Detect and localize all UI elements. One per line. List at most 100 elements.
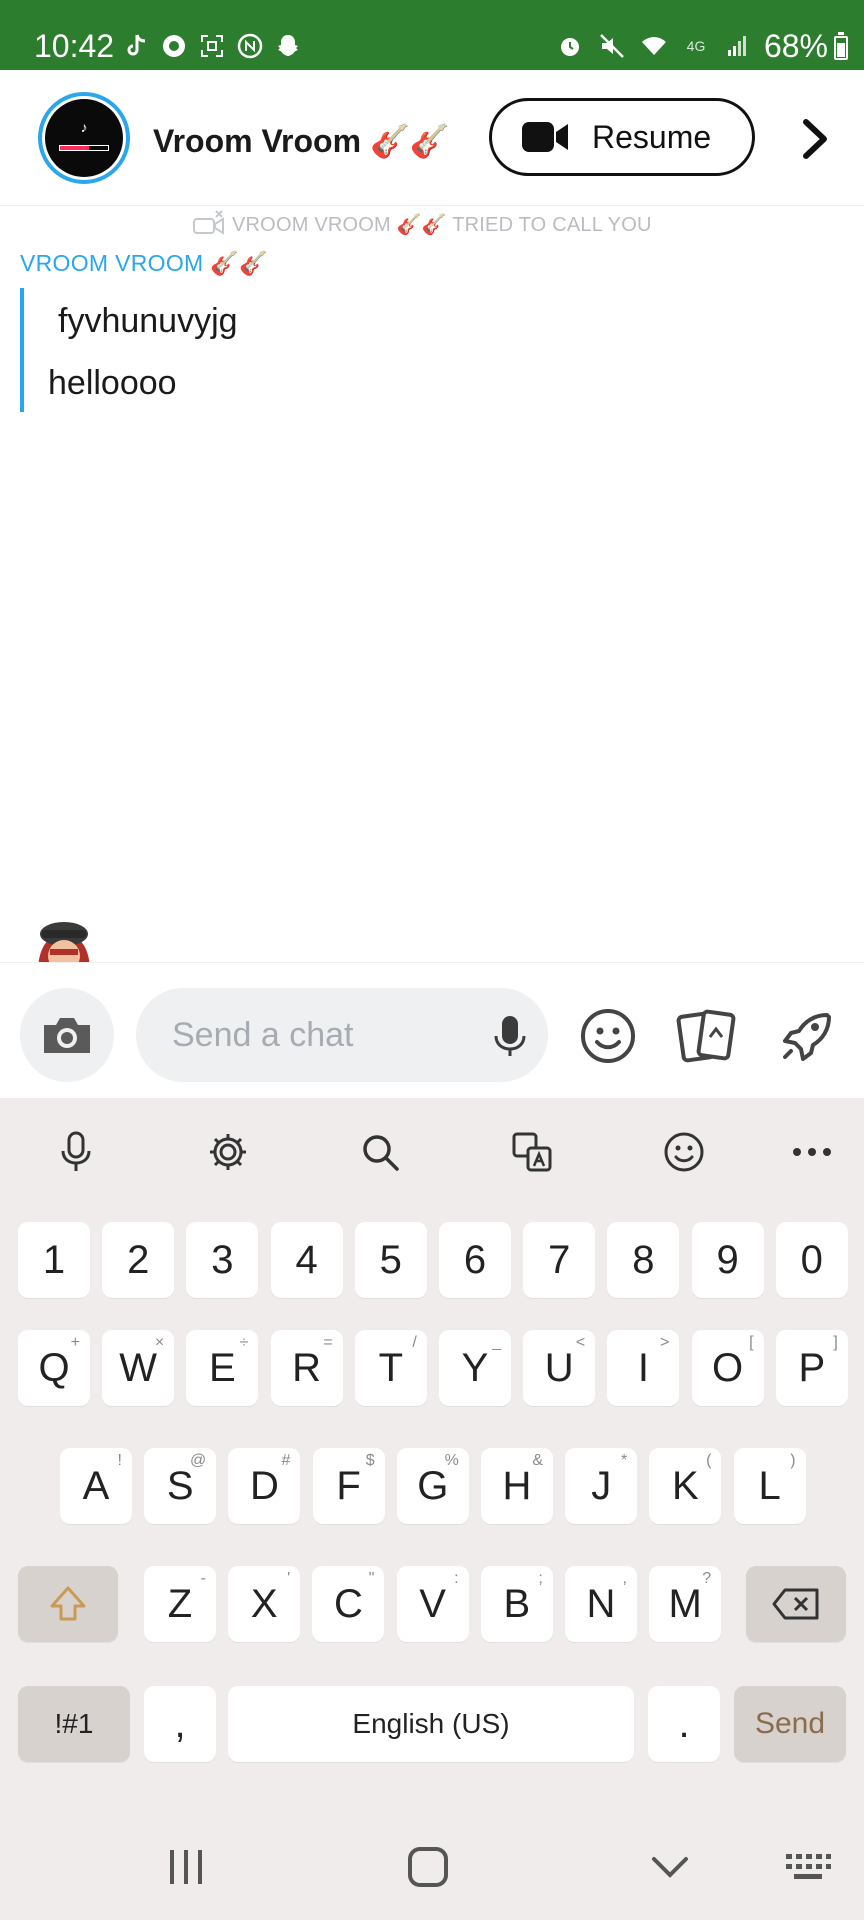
cards-icon	[676, 1009, 736, 1063]
smiley-icon	[581, 1009, 635, 1063]
translate-button[interactable]	[504, 1124, 560, 1180]
key-x[interactable]: X '	[228, 1566, 301, 1642]
key-1[interactable]: 1	[18, 1222, 90, 1298]
key-o[interactable]: O[	[691, 1330, 764, 1406]
key-z[interactable]: Z-	[144, 1566, 216, 1642]
missed-video-call-icon	[193, 210, 224, 235]
recents-button[interactable]	[156, 1842, 216, 1892]
key-2[interactable]: 2	[102, 1222, 175, 1298]
key-5[interactable]: 5	[354, 1222, 427, 1298]
key-label: 5	[379, 1237, 402, 1282]
message-text[interactable]: helloooo	[48, 364, 177, 403]
more-options-button[interactable]	[784, 1124, 840, 1180]
stickers-button[interactable]	[674, 1004, 738, 1068]
key-label: B	[503, 1581, 531, 1626]
keyboard-settings-button[interactable]	[200, 1124, 256, 1180]
hide-keyboard-button[interactable]	[640, 1842, 700, 1892]
key-secondary-label: %	[444, 1452, 459, 1469]
message-text[interactable]: fyvhunuvyjg	[58, 302, 238, 341]
key-label: H	[502, 1463, 532, 1508]
key-label: Z	[167, 1581, 193, 1626]
key-0[interactable]: 0	[775, 1222, 848, 1298]
missed-call-text: VROOM VROOM 🎸🎸 TRIED TO CALL YOU	[232, 213, 652, 236]
key-r[interactable]: R =	[270, 1330, 343, 1406]
space-key[interactable]: English (US)	[228, 1686, 634, 1762]
key-l[interactable]: L)	[733, 1448, 806, 1524]
key-q[interactable]: Q +	[18, 1330, 90, 1406]
key-e[interactable]: E ÷	[186, 1330, 259, 1406]
key-s[interactable]: S @	[144, 1448, 217, 1524]
key-secondary-label: =	[323, 1334, 333, 1351]
symbols-key[interactable]: !#1	[18, 1686, 130, 1762]
key-i[interactable]: I >	[607, 1330, 680, 1406]
key-secondary-label: ×	[154, 1334, 165, 1351]
home-button[interactable]	[398, 1842, 458, 1892]
message-group: fyvhunuvyjg helloooo	[20, 288, 420, 412]
games-button[interactable]	[774, 1004, 838, 1068]
backspace-key[interactable]	[746, 1566, 846, 1642]
chevron-right-icon[interactable]	[790, 114, 840, 164]
key-secondary-label: /	[412, 1334, 417, 1351]
backspace-icon	[772, 1588, 819, 1620]
period-key[interactable]: .	[648, 1686, 720, 1762]
comma-key[interactable]: ,	[144, 1686, 216, 1762]
search-icon	[363, 1135, 399, 1171]
screenshot-icon	[198, 32, 226, 60]
resume-call-button[interactable]: Resume	[489, 98, 755, 176]
voice-input-button[interactable]	[48, 1124, 104, 1180]
key-secondary-label: '	[287, 1570, 291, 1587]
microphone-icon[interactable]	[490, 1014, 530, 1058]
rocket-icon	[783, 1013, 831, 1061]
key-9[interactable]: 9	[691, 1222, 764, 1298]
keyboard-switch-button[interactable]	[778, 1842, 838, 1892]
key-label: X	[250, 1581, 278, 1626]
key-label: K	[672, 1463, 699, 1508]
key-label: R	[292, 1345, 322, 1390]
key-secondary-label: ]	[833, 1334, 838, 1351]
key-d[interactable]: D #	[228, 1448, 301, 1524]
send-key[interactable]: Send	[734, 1686, 846, 1762]
key-p[interactable]: P]	[775, 1330, 848, 1406]
key-7[interactable]: 7	[523, 1222, 596, 1298]
key-m[interactable]: M?	[649, 1566, 722, 1642]
key-label: N	[586, 1581, 616, 1626]
missed-call-notice: VROOM VROOM 🎸🎸 TRIED TO CALL YOU	[192, 204, 692, 244]
battery-percent: 68%	[763, 28, 828, 64]
key-c[interactable]: C "	[312, 1566, 385, 1642]
chat-input[interactable]	[136, 988, 548, 1082]
key-y[interactable]: Y _	[439, 1330, 511, 1406]
chat-title[interactable]: Vroom Vroom 🎸🎸	[153, 122, 450, 160]
key-secondary-label: ?	[702, 1570, 712, 1587]
key-8[interactable]: 8	[607, 1222, 680, 1298]
avatar[interactable]: ♪	[38, 92, 130, 184]
chevron-down-icon	[652, 1857, 688, 1878]
status-icons-right: 4G	[556, 32, 752, 60]
key-a[interactable]: A!	[60, 1448, 132, 1524]
key-g[interactable]: G%	[396, 1448, 469, 1524]
key-secondary-label: >	[660, 1334, 670, 1351]
camera-button[interactable]	[20, 988, 114, 1082]
key-t[interactable]: T /	[354, 1330, 427, 1406]
key-label: C	[333, 1581, 363, 1626]
shift-key[interactable]	[18, 1566, 118, 1642]
key-n[interactable]: N,	[565, 1566, 637, 1642]
key-j[interactable]: J *	[565, 1448, 638, 1524]
key-6[interactable]: 6	[439, 1222, 511, 1298]
key-k[interactable]: K(	[649, 1448, 722, 1524]
key-w[interactable]: W ×	[102, 1330, 175, 1406]
emoji-button[interactable]	[576, 1004, 640, 1068]
key-label: U	[544, 1345, 574, 1390]
system-nav-bar	[0, 1812, 864, 1920]
key-v[interactable]: V:	[396, 1566, 469, 1642]
key-h[interactable]: H &	[481, 1448, 553, 1524]
keyboard: 1 2 3 4 5 6 7 8 9 0 Q + W × E ÷ R = T / Y _ U < I > O[P] A! S @ D # F $ G%…	[0, 1098, 864, 1920]
avatar-image: ♪	[45, 99, 123, 177]
keyboard-search-button[interactable]	[352, 1124, 408, 1180]
key-u[interactable]: U <	[523, 1330, 596, 1406]
key-f[interactable]: F $	[312, 1448, 385, 1524]
key-4[interactable]: 4	[270, 1222, 343, 1298]
key-3[interactable]: 3	[186, 1222, 259, 1298]
key-b[interactable]: B;	[480, 1566, 553, 1642]
keyboard-emoji-button[interactable]	[656, 1124, 712, 1180]
key-label: 1	[42, 1237, 66, 1282]
